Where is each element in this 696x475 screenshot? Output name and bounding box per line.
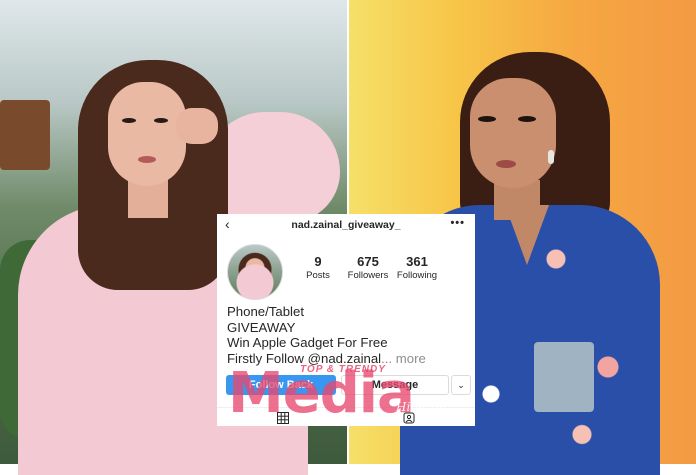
bio-line-last: Firstly Follow @nad.zainal... more	[227, 351, 473, 367]
left-person-hand	[176, 108, 218, 144]
followers-count: 675	[357, 254, 379, 269]
more-horizontal-icon[interactable]: •••	[450, 217, 465, 229]
profile-card: ‹ nad.zainal_giveaway_ ••• 9 Posts 675 F…	[217, 214, 475, 426]
follow-back-button[interactable]: Follow Back	[226, 375, 336, 395]
tagged-icon[interactable]	[403, 412, 415, 424]
posts-count: 9	[314, 254, 322, 269]
chevron-down-icon[interactable]: ⌄	[451, 375, 471, 395]
left-person-face	[108, 82, 186, 186]
tabs-divider	[217, 407, 475, 408]
right-person-face	[470, 78, 556, 188]
left-person-eye	[154, 118, 168, 123]
bio-line: Phone/Tablet	[227, 304, 304, 319]
followers-label: Followers	[347, 270, 389, 281]
right-person-eye	[478, 116, 496, 122]
posts-label: Posts	[306, 270, 330, 281]
bio-line: GIVEAWAY	[227, 319, 296, 335]
stat-followers[interactable]: 675 Followers	[341, 254, 395, 282]
following-count: 361	[406, 254, 428, 269]
grid-icon[interactable]	[277, 412, 289, 424]
right-person-lips	[496, 160, 516, 168]
right-person-pocket	[534, 342, 594, 412]
stat-posts[interactable]: 9 Posts	[303, 254, 333, 282]
bio-line: Win Apple Gadget For Free	[227, 335, 388, 350]
profile-bio: Phone/Tablet GIVEAWAY Win Apple Gadget F…	[227, 304, 473, 366]
avatar[interactable]	[227, 244, 283, 300]
bio-more-link[interactable]: ... more	[381, 351, 426, 366]
bio-line: Firstly Follow @nad.zainal	[227, 350, 382, 366]
profile-username: nad.zainal_giveaway_	[291, 219, 401, 231]
profile-header: ‹ nad.zainal_giveaway_ •••	[217, 214, 475, 236]
background-building	[0, 100, 50, 170]
message-button[interactable]: Message	[341, 375, 449, 395]
stat-following[interactable]: 361 Following	[393, 254, 441, 282]
right-person-eye	[518, 116, 536, 122]
following-label: Following	[396, 270, 438, 281]
left-person-lips	[138, 156, 156, 163]
right-person-neckline	[505, 205, 549, 265]
left-person-eye	[122, 118, 136, 123]
right-person-earring	[548, 150, 554, 164]
